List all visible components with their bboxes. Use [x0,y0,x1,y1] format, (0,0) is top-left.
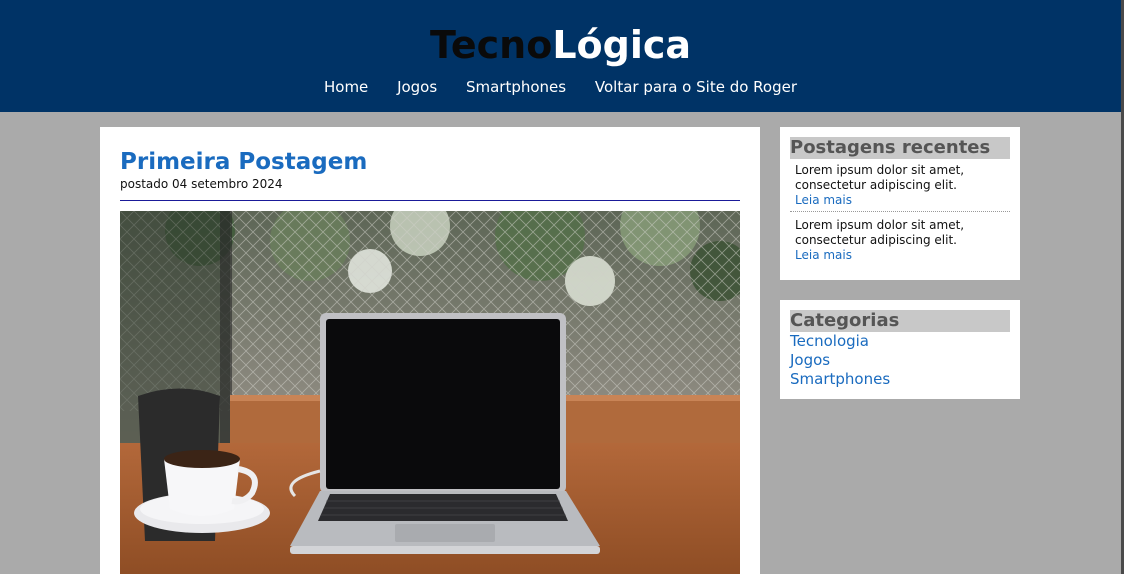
read-more-link[interactable]: Leia mais [795,248,1005,263]
laptop-photo [120,211,740,574]
recent-post-item: Lorem ipsum dolor sit amet, consectetur … [790,211,1010,263]
site-header: TecnoLógica Home Jogos Smartphones Volta… [0,0,1121,112]
post-image [120,211,740,574]
nav-jogos[interactable]: Jogos [397,78,437,96]
main-post: Primeira Postagem postado 04 setembro 20… [100,127,760,574]
logo-part-dark: Tecno [429,23,553,67]
categories-heading: Categorias [790,310,1010,332]
recent-post-excerpt: Lorem ipsum dolor sit amet, consectetur … [795,163,965,192]
logo-part-light: Lógica [552,23,692,67]
site-logo[interactable]: TecnoLógica [0,22,1121,68]
post-date: postado 04 setembro 2024 [120,177,283,191]
recent-posts-widget: Postagens recentes Lorem ipsum dolor sit… [780,127,1020,280]
main-nav: Home Jogos Smartphones Voltar para o Sit… [0,77,1121,97]
recent-posts-heading: Postagens recentes [790,137,1010,159]
nav-home[interactable]: Home [324,78,368,96]
recent-post-excerpt: Lorem ipsum dolor sit amet, consectetur … [795,218,965,247]
nav-smartphones[interactable]: Smartphones [466,78,566,96]
category-tecnologia[interactable]: Tecnologia [790,332,1010,351]
category-smartphones[interactable]: Smartphones [790,370,1010,389]
post-divider [120,200,740,201]
read-more-link[interactable]: Leia mais [795,193,1005,208]
category-jogos[interactable]: Jogos [790,351,1010,370]
nav-back-to-roger-site[interactable]: Voltar para o Site do Roger [595,78,797,96]
post-title[interactable]: Primeira Postagem [120,147,367,177]
categories-widget: Categorias Tecnologia Jogos Smartphones [780,300,1020,399]
recent-post-item: Lorem ipsum dolor sit amet, consectetur … [790,159,1010,208]
